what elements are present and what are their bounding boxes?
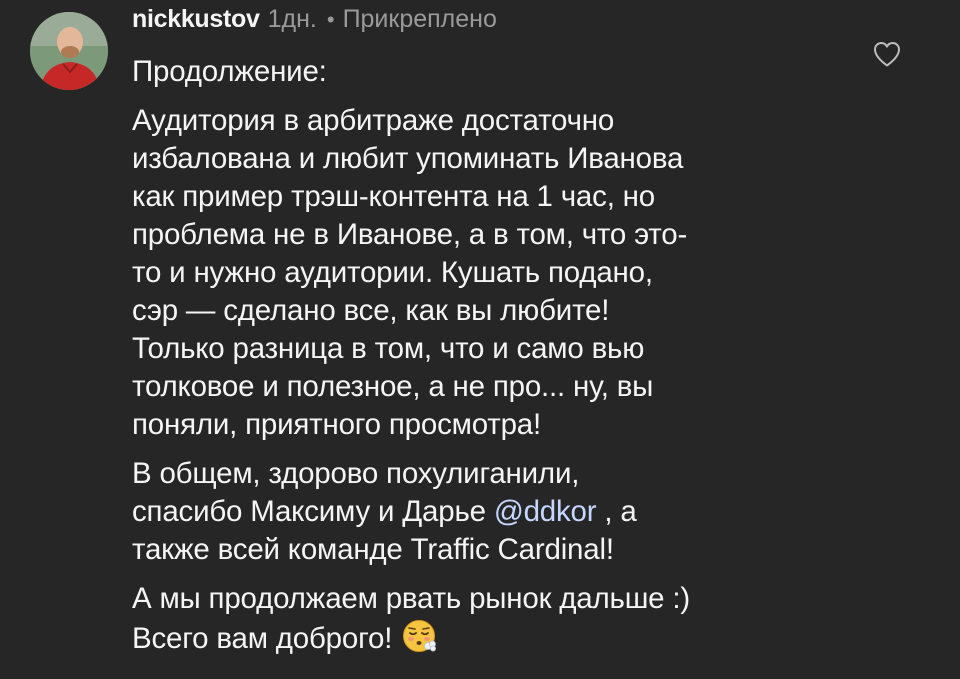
comment-line: Только разница в том, что и само вью [132,332,645,365]
comment-line: толковое и полезное, а не про... ну, вы [132,370,654,403]
comment-paragraph-2: Аудитория в арбитраже достаточно избалов… [132,102,832,444]
comment-line-text: спасибо Максиму и Дарье [132,495,494,528]
comment-paragraph-1: Продолжение: [132,53,832,91]
comment-line: как пример трэш-контента на 1 час, но [132,180,655,213]
comment-time: 1дн. [267,5,317,33]
comment-paragraph-3: В общем, здорово похулиганили, спасибо М… [132,455,832,569]
comment-line: спасибо Максиму и Дарье @ddkor , а [132,493,832,531]
comment-line: Всего вам доброго! [132,618,832,658]
comment-line: А мы продолжаем рвать рынок дальше :) [132,582,690,615]
comment-line: то и нужно аудитории. Кушать подано, [132,256,653,289]
comment: nickkustov 1дн. • Прикреплено Продолжени… [0,0,960,679]
avatar[interactable] [30,12,108,90]
comment-line: проблема не в Иванове, а в том, что это- [132,218,688,251]
comment-line: Продолжение: [132,55,327,88]
heart-outline-icon[interactable] [872,40,902,68]
username[interactable]: nickkustov [132,5,260,34]
comment-line: также всей команде Traffic Cardinal! [132,533,614,566]
comment-meta: nickkustov 1дн. • Прикреплено [132,5,832,39]
comment-line-text: Всего вам доброго! [132,622,393,655]
meta-separator: • [326,7,335,32]
comment-line: сэр — сделано все, как вы любите! [132,294,610,327]
face-exhaling-emoji [402,618,438,654]
comment-text: Продолжение: Аудитория в арбитраже доста… [132,53,832,658]
comment-paragraph-4: А мы продолжаем рвать рынок дальше :) Вс… [132,580,832,658]
comment-line: поняли, приятного просмотра! [132,408,541,441]
mention-link[interactable]: @ddkor [494,495,597,528]
user-avatar-photo [30,12,108,90]
comment-content: nickkustov 1дн. • Прикреплено Продолжени… [132,0,832,658]
comment-line: Аудитория в арбитраже достаточно [132,104,615,137]
comment-line: избалована и любит упоминать Иванова [132,142,684,175]
comment-line-text: , а [596,495,637,528]
pinned-label: Прикреплено [342,5,497,33]
comment-line: В общем, здорово похулиганили, [132,457,580,490]
